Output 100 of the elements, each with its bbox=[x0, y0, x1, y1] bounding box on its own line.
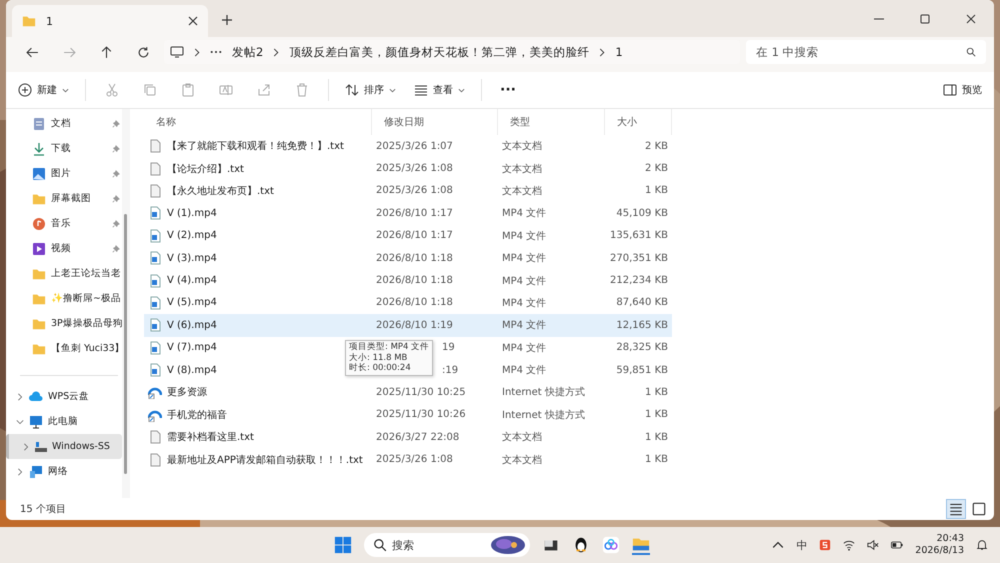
file-name[interactable]: 更多资源 bbox=[167, 385, 207, 400]
type-cell-text: 文本文档 bbox=[501, 162, 543, 176]
panel-icon bbox=[943, 83, 957, 97]
video-file-icon bbox=[148, 296, 162, 310]
sidebar-item[interactable]: 3P爆操极品母狗 bbox=[6, 311, 122, 336]
sidebar-item[interactable]: 音乐 bbox=[6, 211, 122, 236]
file-name[interactable]: V (8).mp4 bbox=[167, 364, 217, 376]
chevron-icon bbox=[16, 468, 24, 476]
folder-icon bbox=[22, 14, 36, 28]
chevron-icon bbox=[16, 392, 24, 400]
folder-icon bbox=[32, 292, 46, 306]
file-name[interactable]: V (2).mp4 bbox=[167, 230, 217, 242]
picture-icon bbox=[32, 166, 46, 180]
scrollbar-thumb[interactable] bbox=[124, 214, 127, 474]
battery-icon[interactable] bbox=[891, 539, 904, 551]
cloud-icon bbox=[29, 390, 43, 404]
lines-icon bbox=[414, 83, 428, 97]
file-name[interactable]: V (4).mp4 bbox=[167, 275, 217, 286]
file-name[interactable]: V (6).mp4 bbox=[167, 320, 217, 331]
s-logo-icon[interactable] bbox=[819, 539, 832, 551]
file-name[interactable]: V (1).mp4 bbox=[167, 208, 217, 219]
date-cell: 2026/8/10 1:18 bbox=[376, 275, 453, 286]
back-arrow-icon[interactable] bbox=[26, 46, 39, 58]
details-view-icon[interactable] bbox=[946, 499, 966, 519]
date-cell: 2025/11/30 10:25 bbox=[376, 386, 466, 398]
file-name[interactable]: V (7).mp4 bbox=[167, 342, 217, 354]
column-header[interactable]: 名称 bbox=[144, 109, 372, 135]
date-cell: 2025/3/26 1:08 bbox=[376, 185, 453, 196]
search-field[interactable]: 在 1 中搜索 bbox=[746, 40, 986, 64]
caret-icon bbox=[62, 88, 69, 92]
windows-logo-icon[interactable] bbox=[334, 536, 352, 554]
column-header[interactable]: 修改日期 bbox=[372, 109, 498, 135]
preview-button[interactable]: 预览 bbox=[937, 79, 988, 101]
sidebar-item[interactable]: 图片 bbox=[6, 161, 122, 186]
input-method-indicator[interactable]: 中 bbox=[796, 538, 808, 552]
video-file-icon bbox=[148, 340, 162, 355]
file-name[interactable]: 手机党的福音 bbox=[167, 408, 227, 422]
sidebar-item[interactable]: 文档 bbox=[6, 111, 122, 136]
size-cell-text: 1 KB bbox=[644, 454, 669, 466]
file-name[interactable]: 需要补档看这里.txt bbox=[167, 430, 254, 444]
type-cell-text: MP4 文件 bbox=[501, 296, 548, 310]
text-file-icon bbox=[148, 184, 162, 198]
chevron-icon bbox=[194, 48, 200, 56]
chevron-icon bbox=[599, 48, 606, 56]
tree-item[interactable]: 此电脑 bbox=[6, 409, 122, 434]
sidebar-item[interactable]: 下载 bbox=[6, 136, 122, 161]
sort-button[interactable]: 排序 bbox=[339, 79, 402, 101]
sort-arrows-icon bbox=[345, 83, 359, 97]
close-icon[interactable] bbox=[966, 14, 976, 24]
refresh-icon[interactable] bbox=[137, 46, 150, 58]
tiles-view-icon[interactable] bbox=[970, 500, 988, 518]
breadcrumb[interactable]: 发帖2 bbox=[232, 44, 264, 60]
type-cell-text: 文本文档 bbox=[501, 454, 543, 467]
file-name[interactable]: 【永久地址发布页】.txt bbox=[167, 184, 274, 198]
clock[interactable]: 20:43 2026/8/13 bbox=[915, 533, 964, 557]
file-name[interactable]: 最新地址及APP请发邮箱自动获取！！！.txt bbox=[167, 452, 363, 467]
sidebar-item[interactable]: 【鱼刺 Yuci33】 bbox=[6, 336, 122, 361]
video-file-icon bbox=[148, 206, 162, 220]
breadcrumb[interactable]: 顶级反差白富美，颜值身材天花板！第二弹，美美的脸纤 bbox=[289, 44, 590, 60]
text-file-icon bbox=[148, 452, 162, 467]
new-button[interactable]: 新建 bbox=[12, 79, 75, 101]
view-button[interactable]: 查看 bbox=[408, 79, 471, 101]
monitor-icon bbox=[29, 414, 43, 428]
sidebar-item[interactable]: 上老王论坛当老 bbox=[6, 261, 122, 286]
column-header[interactable]: 类型 bbox=[498, 109, 605, 135]
type-cell-text: Internet 快捷方式 bbox=[501, 408, 586, 422]
file-name[interactable]: 【论坛介绍】.txt bbox=[167, 162, 244, 176]
muted-speaker-icon[interactable] bbox=[867, 539, 880, 551]
breadcrumb[interactable]: 1 bbox=[615, 45, 623, 59]
tree-item[interactable]: WPS云盘 bbox=[6, 384, 122, 409]
video-file-icon bbox=[148, 363, 162, 378]
folder-icon bbox=[32, 316, 46, 330]
new-tab-icon[interactable] bbox=[222, 15, 232, 25]
close-icon[interactable] bbox=[188, 16, 198, 26]
cloud-app-icon[interactable] bbox=[602, 536, 620, 554]
up-arrow-icon[interactable] bbox=[100, 46, 113, 58]
column-header[interactable]: 大小 bbox=[605, 109, 672, 135]
tree-item[interactable]: 网络 bbox=[6, 459, 122, 484]
size-cell-text: 270,351 KB bbox=[609, 252, 669, 264]
size-cell-text: 1 KB bbox=[644, 185, 669, 196]
video-file-icon bbox=[148, 251, 162, 266]
more-button[interactable]: ··· bbox=[492, 80, 524, 100]
text-file-icon bbox=[148, 139, 162, 154]
drive-icon bbox=[34, 440, 48, 454]
sidebar-item[interactable]: 视频 bbox=[6, 236, 122, 261]
sidebar-item[interactable]: 屏幕截图 bbox=[6, 186, 122, 211]
maximize-icon[interactable] bbox=[920, 14, 930, 24]
ellipsis-icon[interactable] bbox=[210, 50, 222, 54]
chevron-icon bbox=[273, 48, 280, 56]
file-name[interactable]: V (5).mp4 bbox=[167, 297, 217, 308]
file-row[interactable]: V (6).mp4 2026/8/10 1:19 MP4 文件 12,165 KB bbox=[144, 314, 672, 337]
tree-item[interactable]: Windows-SS bbox=[6, 434, 122, 459]
file-name[interactable]: 【来了就能下载和观看！纯免费！】.txt bbox=[167, 139, 344, 154]
file-name[interactable]: V (3).mp4 bbox=[167, 252, 217, 264]
wifi-icon[interactable] bbox=[843, 539, 856, 551]
monitor-icon bbox=[170, 45, 184, 59]
folder-tab[interactable]: 1 bbox=[12, 5, 208, 37]
date-cell: 2025/11/30 10:26 bbox=[376, 409, 466, 420]
bell-icon[interactable] bbox=[976, 539, 988, 551]
sidebar-item[interactable]: ✨撸断屌~极品 bbox=[6, 286, 122, 311]
